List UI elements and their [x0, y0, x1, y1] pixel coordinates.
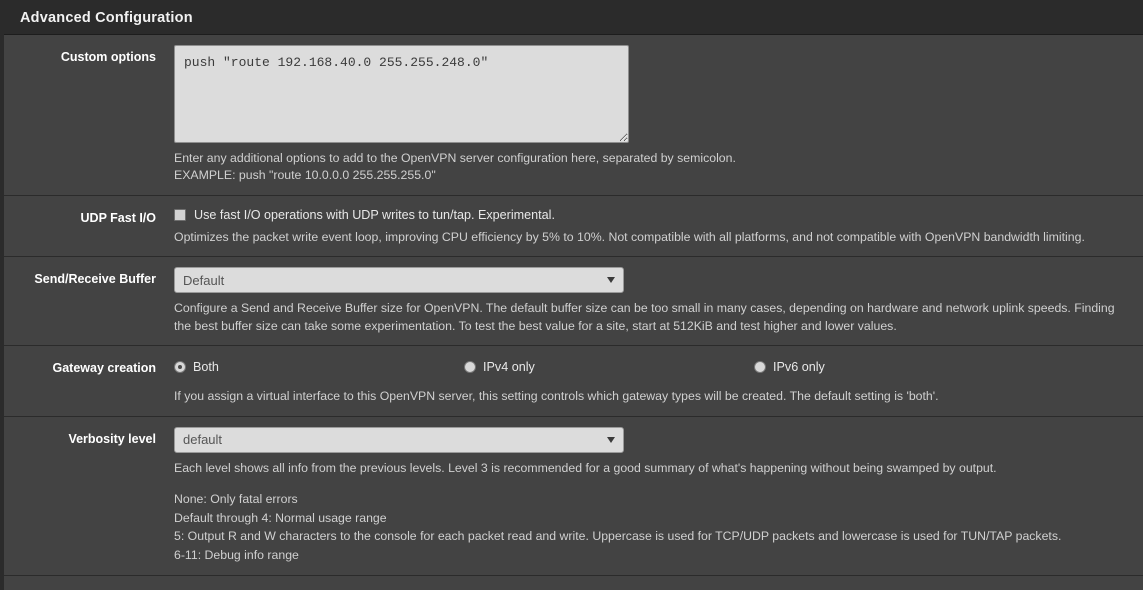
checkbox-icon[interactable] — [174, 208, 186, 221]
send-receive-buffer-select-wrap: Default — [174, 267, 624, 294]
udp-fast-io-checkbox-row[interactable]: Use fast I/O operations with UDP writes … — [174, 206, 1131, 222]
radio-label-ipv6-only: IPv6 only — [773, 360, 825, 375]
gateway-creation-radio-group: Both IPv4 only IPv6 only — [174, 356, 1131, 374]
radio-option-ipv4-only[interactable]: IPv4 only — [464, 360, 754, 374]
custom-options-label: Custom options — [60, 50, 156, 64]
verbosity-level-select[interactable]: default — [174, 426, 624, 453]
row-udp-fast-io: UDP Fast I/O Use fast I/O operations wit… — [4, 196, 1143, 258]
custom-options-help-line2: EXAMPLE: push "route 10.0.0.0 255.255.25… — [174, 168, 436, 183]
radio-option-both[interactable]: Both — [174, 360, 464, 374]
advanced-configuration-panel: Advanced Configuration Custom options pu… — [0, 0, 1143, 590]
panel-title: Advanced Configuration — [20, 9, 193, 26]
verbosity-level-line-1: Default through 4: Normal usage range — [174, 510, 387, 525]
send-receive-buffer-label: Send/Receive Buffer — [34, 272, 156, 287]
row-gateway-creation: Gateway creation Both IPv4 only IPv6 onl… — [4, 346, 1143, 417]
radio-icon-ipv6-only[interactable] — [754, 361, 766, 374]
custom-options-help: Enter any additional options to add to t… — [174, 150, 1119, 185]
radio-label-ipv4-only: IPv4 only — [483, 360, 535, 375]
row-verbosity-level: Verbosity level default Each level shows… — [4, 417, 1143, 576]
verbosity-level-line-0: None: Only fatal errors — [174, 492, 298, 507]
custom-options-textarea[interactable]: push "route 192.168.40.0 255.255.248.0" — [174, 45, 629, 143]
verbosity-level-levels: None: Only fatal errors Default through … — [174, 491, 1119, 564]
radio-label-both: Both — [193, 360, 219, 375]
gateway-creation-help: If you assign a virtual interface to thi… — [174, 389, 939, 404]
udp-fast-io-label: UDP Fast I/O — [80, 210, 156, 225]
empty-row-1 — [4, 576, 1143, 590]
radio-icon-both[interactable] — [174, 361, 186, 374]
udp-fast-io-checkbox-label: Use fast I/O operations with UDP writes … — [194, 207, 555, 222]
row-send-receive-buffer: Send/Receive Buffer Default Configure a … — [4, 257, 1143, 347]
verbosity-level-label: Verbosity level — [68, 431, 156, 446]
radio-option-ipv6-only[interactable]: IPv6 only — [754, 360, 825, 374]
verbosity-level-line-3: 6-11: Debug info range — [174, 547, 299, 562]
gateway-creation-label: Gateway creation — [52, 361, 156, 376]
udp-fast-io-help: Optimizes the packet write event loop, i… — [174, 229, 1085, 244]
custom-options-help-line1: Enter any additional options to add to t… — [174, 151, 736, 165]
verbosity-level-help: Each level shows all info from the previ… — [174, 460, 997, 475]
verbosity-level-line-2: 5: Output R and W characters to the cons… — [174, 529, 1062, 544]
panel-header: Advanced Configuration — [4, 1, 1143, 35]
radio-icon-ipv4-only[interactable] — [464, 361, 476, 374]
row-custom-options: Custom options push "route 192.168.40.0 … — [4, 35, 1143, 196]
verbosity-level-select-wrap: default — [174, 426, 624, 453]
send-receive-buffer-select[interactable]: Default — [174, 267, 624, 294]
send-receive-buffer-help: Configure a Send and Receive Buffer size… — [174, 301, 1115, 333]
